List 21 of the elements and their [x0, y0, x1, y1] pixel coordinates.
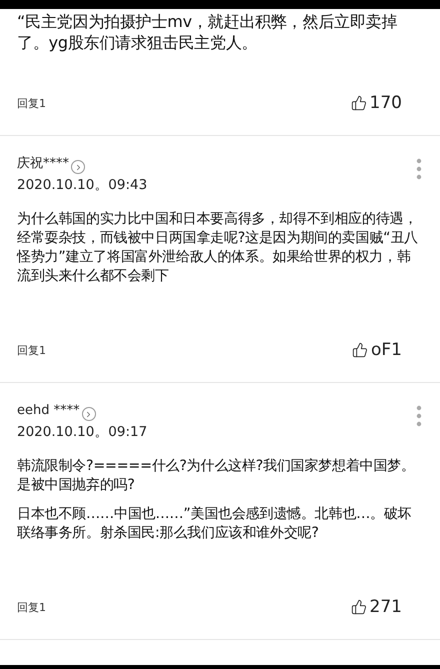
reply-link[interactable]: 回复1: [17, 342, 46, 358]
chevron-icon[interactable]: [82, 407, 96, 421]
reply-link[interactable]: 回复1: [17, 96, 46, 110]
comment-date: 2020.10.10。09:43: [17, 176, 148, 194]
reply-link[interactable]: 回复1: [17, 600, 46, 614]
comment-text: 韩流限制令?=====什么?为什么这样?我们国家梦想着中国梦。是被中国抛弃的吗?: [17, 457, 416, 495]
like-button[interactable]: 170: [350, 93, 402, 113]
username: eehd ****: [17, 402, 80, 418]
thumbs-up-icon: [352, 342, 368, 358]
comment-text: 为什么韩国的实力比中国和日本要高得多，却得不到相应的待遇，经常耍杂技，而钱被中日两国拿走呢?这是因为期间的卖国贼“丑八怪势力”建立了将国富外泄给敌人的体系。如果给世界的权力，韩流到头来什么都不会剩下: [17, 210, 419, 286]
username: 庆祝****: [17, 155, 69, 172]
comment-text: “民主党因为拍摄护士mv，就赶出积弊，然后立即卖掉了。yg股东们请求狙击民主党人。: [17, 11, 398, 53]
thumbs-up-icon: [350, 95, 367, 111]
more-icon[interactable]: [416, 405, 422, 427]
comment-text: 日本也不顾……中国也……”美国也会感到遗憾。北韩也…。破坏联络事务所。射杀国民:那么我们应该和谁外交呢?: [17, 505, 412, 543]
like-button[interactable]: oF1: [352, 340, 402, 360]
comment-date: 2020.10.10。09:17: [17, 423, 148, 441]
chevron-icon[interactable]: [71, 160, 85, 174]
thumbs-up-icon: [350, 599, 367, 615]
like-button[interactable]: 271: [350, 597, 402, 617]
more-icon[interactable]: [416, 158, 422, 180]
